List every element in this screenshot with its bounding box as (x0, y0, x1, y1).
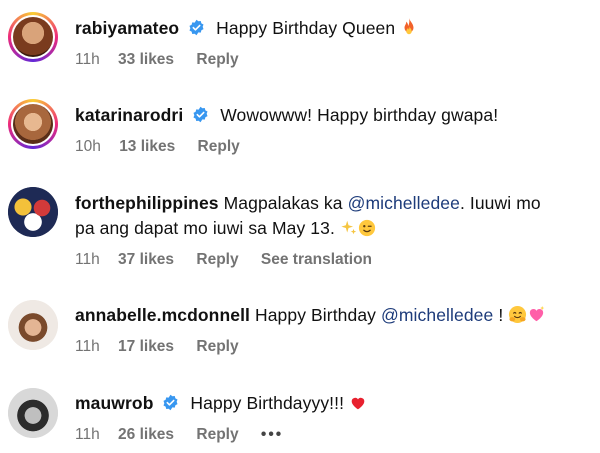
comment-body-end: . Iuuwi mo (459, 193, 541, 213)
timestamp: 11h (75, 251, 100, 268)
comment-meta: 11h 33 likes Reply (75, 51, 588, 69)
reply-button[interactable]: Reply (198, 138, 240, 155)
avatar[interactable] (8, 388, 58, 438)
mention-link[interactable]: @michelledee (381, 305, 493, 325)
likes-count[interactable]: 37 likes (118, 251, 174, 268)
comment-text: rabiyamateo Happy Birthday Queen (75, 16, 588, 41)
reply-button[interactable]: Reply (196, 51, 238, 68)
comment-meta: 11h 17 likes Reply (75, 338, 588, 356)
sparkles-emoji-icon (341, 220, 357, 235)
fire-emoji-icon (404, 18, 414, 35)
winking-face-emoji-icon (358, 219, 375, 237)
comment-body: Wowowww! Happy birthday gwapa! (220, 105, 499, 125)
avatar[interactable] (8, 187, 58, 237)
timestamp: 10h (75, 138, 101, 155)
more-options-icon[interactable]: ••• (261, 426, 283, 443)
red-heart-emoji-icon (351, 397, 365, 410)
reply-button[interactable]: Reply (196, 426, 238, 443)
username[interactable]: mauwrob (75, 393, 153, 413)
comment-body: Happy Birthdayyy!!! (190, 393, 345, 413)
comment-list: rabiyamateo Happy Birthday Queen 11h 33 … (0, 0, 600, 453)
username[interactable]: katarinarodri (75, 105, 183, 125)
username[interactable]: rabiyamateo (75, 18, 179, 38)
comment-meta: 11h 26 likes Reply ••• (75, 426, 588, 444)
avatar[interactable] (8, 300, 58, 350)
mention-link[interactable]: @michelledee (348, 193, 460, 213)
comment-text: annabelle.mcdonnell Happy Birthday @mich… (75, 303, 588, 328)
see-translation-button[interactable]: See translation (261, 251, 372, 268)
sparkling-heart-emoji-icon (530, 305, 545, 322)
comment-text: katarinarodri Wowowww! Happy birthday gw… (75, 103, 588, 128)
comment-body-start: Happy Birthday (254, 305, 377, 325)
reply-button[interactable]: Reply (196, 338, 238, 355)
comment-body: Happy Birthday Queen (216, 18, 396, 38)
comment-meta: 10h 13 likes Reply (75, 138, 588, 156)
verified-badge-icon (163, 394, 178, 411)
comment-body-start: Magpalakas ka (223, 193, 343, 213)
hugging-face-emoji-icon (509, 305, 527, 324)
comment-meta: 11h 37 likes Reply See translation (75, 251, 588, 269)
timestamp: 11h (75, 426, 100, 443)
reply-button[interactable]: Reply (196, 251, 238, 268)
avatar[interactable] (8, 99, 58, 149)
comment-body-end: ! (498, 305, 504, 325)
comment-text: mauwrob Happy Birthdayyy!!! (75, 391, 588, 416)
avatar[interactable] (8, 12, 58, 62)
timestamp: 11h (75, 51, 100, 68)
likes-count[interactable]: 26 likes (118, 426, 174, 443)
username[interactable]: forthephilippines (75, 193, 219, 213)
timestamp: 11h (75, 338, 100, 355)
likes-count[interactable]: 17 likes (118, 338, 174, 355)
verified-badge-icon (193, 106, 208, 123)
likes-count[interactable]: 33 likes (118, 51, 174, 68)
username[interactable]: annabelle.mcdonnell (75, 305, 250, 325)
likes-count[interactable]: 13 likes (119, 138, 175, 155)
verified-badge-icon (189, 19, 204, 36)
comment-text: forthephilippines Magpalakas ka @michell… (75, 191, 588, 241)
comment-body-line2: pa ang dapat mo iuwi sa May 13. (75, 218, 335, 238)
